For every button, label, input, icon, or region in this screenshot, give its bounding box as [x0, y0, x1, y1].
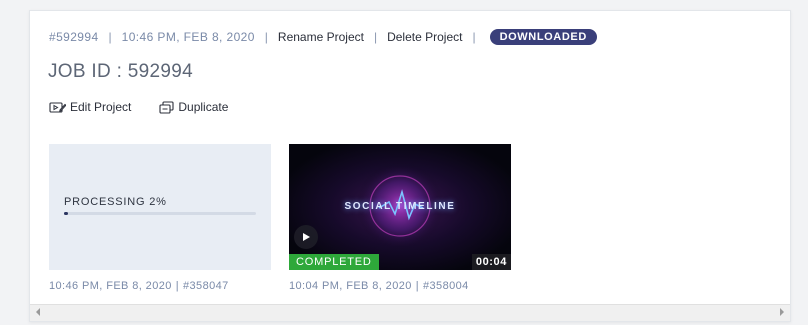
separator: | [108, 30, 112, 44]
scroll-left-icon[interactable] [36, 308, 40, 316]
edit-project-label: Edit Project [70, 100, 132, 114]
processing-label: PROCESSING 2% [64, 196, 167, 208]
progress-bar-fill [64, 212, 68, 215]
status-badge: DOWNLOADED [489, 29, 597, 45]
separator: | [373, 30, 378, 44]
play-button[interactable] [294, 225, 318, 249]
separator: | [175, 280, 180, 292]
completed-status-chip: COMPLETED [289, 254, 379, 270]
project-meta-row: #592994 | 10:46 PM, FEB 8, 2020 | Rename… [49, 28, 597, 46]
duplicate-icon [159, 100, 174, 114]
separator: | [264, 30, 268, 44]
edit-video-icon [49, 101, 66, 113]
render-id: #358004 [423, 280, 469, 292]
edit-project-button[interactable]: Edit Project [49, 100, 131, 114]
project-actions: Edit Project Duplicate [49, 100, 256, 114]
processing-render-tile: PROCESSING 2% [49, 144, 271, 270]
job-title: JOB ID : 592994 [48, 61, 193, 82]
project-timestamp: 10:46 PM, FEB 8, 2020 [121, 30, 255, 44]
rename-project-link[interactable]: Rename Project [278, 30, 364, 44]
project-id: #592994 [49, 30, 99, 44]
duplicate-label: Duplicate [178, 100, 229, 114]
render-meta: 10:04 PM, FEB 8, 2020 | #358004 [289, 280, 469, 292]
render-id: #358047 [183, 280, 229, 292]
scroll-right-icon[interactable] [780, 308, 784, 316]
video-title-text: SOCIAL TIMELINE [344, 201, 456, 212]
video-thumbnail[interactable]: SOCIAL TIMELINE COMPLETED 00:04 [289, 144, 511, 270]
render-timestamp: 10:46 PM, FEB 8, 2020 [49, 280, 172, 292]
separator: | [415, 280, 420, 292]
separator: | [472, 30, 476, 44]
play-icon [303, 233, 310, 241]
progress-bar [64, 212, 256, 215]
delete-project-link[interactable]: Delete Project [387, 30, 462, 44]
render-timestamp: 10:04 PM, FEB 8, 2020 [289, 280, 412, 292]
render-meta: 10:46 PM, FEB 8, 2020 | #358047 [49, 280, 229, 292]
duplicate-button[interactable]: Duplicate [159, 100, 228, 114]
project-card: #592994 | 10:46 PM, FEB 8, 2020 | Rename… [29, 10, 791, 322]
horizontal-scrollbar[interactable] [30, 304, 790, 321]
video-duration: 00:04 [471, 254, 511, 270]
